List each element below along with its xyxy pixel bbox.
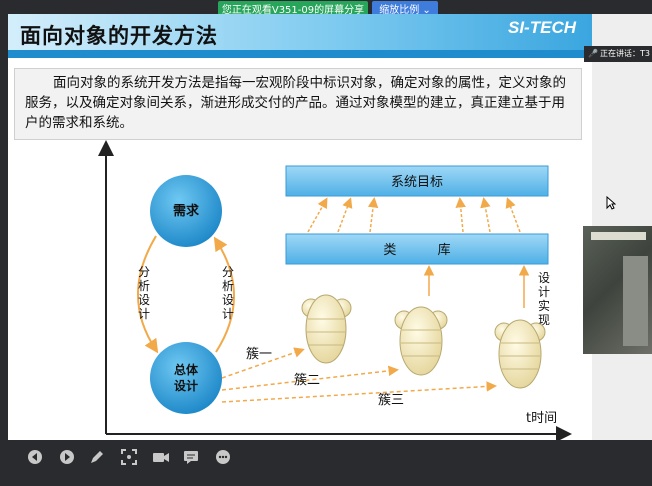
speaker-indicator: 🎤 正在讲话：T3 — [584, 46, 652, 62]
right-analysis-label: 分 析 设 计 — [222, 265, 234, 321]
cluster-one-objects — [301, 294, 352, 364]
cluster-one-label: 簇一 — [246, 347, 272, 362]
prev-icon[interactable] — [24, 446, 46, 468]
microphone-icon: 🎤 — [588, 49, 598, 58]
svg-text:析: 析 — [222, 279, 234, 293]
design-implementation-label: 设 计 实 现 — [538, 271, 550, 327]
svg-text:实: 实 — [538, 298, 550, 313]
svg-text:设: 设 — [538, 271, 550, 285]
cluster-three-label: 簇三 — [378, 393, 404, 408]
svg-text:设: 设 — [222, 293, 234, 307]
overall-design-label-2: 设计 — [174, 378, 198, 393]
camera-icon[interactable] — [150, 446, 172, 468]
mouse-cursor-icon — [606, 196, 616, 210]
ceiling-lamp — [591, 232, 646, 240]
svg-text:计: 计 — [138, 307, 150, 321]
svg-text:设: 设 — [138, 293, 150, 307]
class-library-label: 类 库 — [383, 242, 450, 258]
video-wall — [623, 256, 648, 346]
fullscreen-icon[interactable] — [118, 446, 140, 468]
svg-text:计: 计 — [538, 285, 550, 299]
more-icon[interactable] — [212, 446, 234, 468]
system-goal-label: 系统目标 — [391, 175, 443, 190]
participant-video[interactable] — [583, 226, 652, 354]
slide: 面向对象的开发方法 SI-TECH 面向对象的系统开发方法是指每一宏观阶段中标识… — [8, 14, 592, 454]
svg-text:分: 分 — [138, 265, 150, 279]
cluster-two-objects — [394, 306, 448, 376]
next-icon[interactable] — [56, 446, 78, 468]
svg-text:析: 析 — [138, 279, 150, 293]
process-diagram: t时间 系统目标 类 库 需求 总体 设计 分 析 设 计 分 析 设 计 设 … — [98, 140, 572, 442]
chat-icon[interactable] — [180, 446, 202, 468]
time-axis-label: t时间 — [526, 411, 557, 426]
left-analysis-label: 分 析 设 计 — [138, 265, 150, 321]
svg-text:分: 分 — [222, 265, 234, 279]
speaker-text: 正在讲话：T3 — [599, 49, 650, 58]
overall-design-circle — [150, 342, 222, 414]
pen-icon[interactable] — [86, 446, 108, 468]
goal-arrows — [307, 197, 521, 233]
svg-text:计: 计 — [222, 307, 234, 321]
requirement-label: 需求 — [173, 203, 200, 219]
overall-design-label-1: 总体 — [174, 362, 199, 377]
cluster-three-objects — [494, 319, 546, 389]
cluster-two-label: 簇二 — [294, 373, 320, 388]
